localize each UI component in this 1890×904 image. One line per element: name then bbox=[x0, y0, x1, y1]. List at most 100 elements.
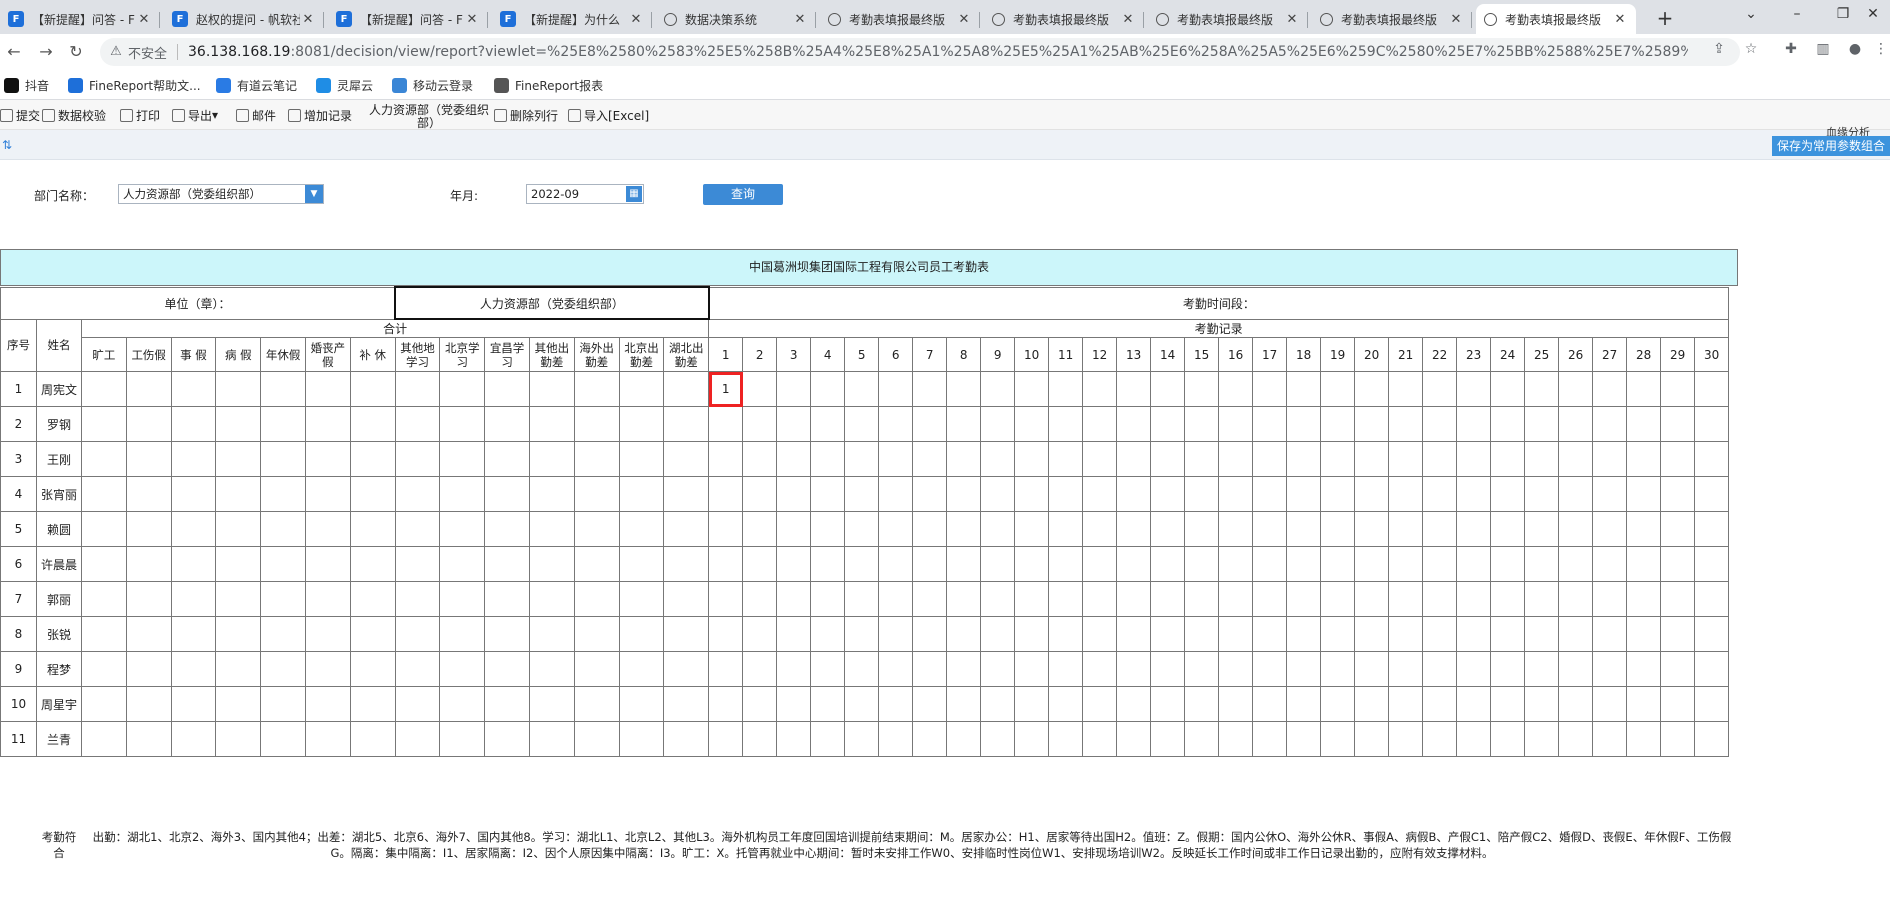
total-cell[interactable] bbox=[215, 721, 262, 757]
total-cell[interactable] bbox=[573, 686, 620, 722]
day-cell[interactable] bbox=[878, 721, 914, 757]
day-cell[interactable] bbox=[844, 581, 880, 617]
day-cell[interactable] bbox=[1558, 406, 1594, 442]
tab-close-icon[interactable]: ✕ bbox=[792, 12, 808, 27]
day-cell[interactable] bbox=[742, 581, 778, 617]
day-cell[interactable] bbox=[810, 476, 846, 512]
total-cell[interactable] bbox=[573, 546, 620, 582]
collapse-params-icon[interactable]: ⇅ bbox=[2, 137, 16, 153]
day-cell[interactable] bbox=[1592, 546, 1628, 582]
day-cell[interactable] bbox=[708, 686, 744, 722]
total-cell[interactable] bbox=[81, 371, 127, 407]
total-cell[interactable] bbox=[304, 686, 351, 722]
day-cell[interactable] bbox=[980, 371, 1016, 407]
day-cell[interactable] bbox=[1252, 476, 1288, 512]
day-cell[interactable] bbox=[1388, 511, 1424, 547]
total-cell[interactable] bbox=[304, 546, 351, 582]
day-cell[interactable] bbox=[878, 511, 914, 547]
total-cell[interactable] bbox=[349, 686, 396, 722]
total-cell[interactable] bbox=[81, 546, 127, 582]
day-cell[interactable] bbox=[708, 476, 744, 512]
day-cell[interactable] bbox=[1116, 371, 1152, 407]
total-cell[interactable] bbox=[573, 441, 620, 477]
day-cell[interactable] bbox=[776, 581, 812, 617]
day-cell[interactable] bbox=[1048, 686, 1084, 722]
day-cell[interactable] bbox=[1014, 651, 1050, 687]
day-cell[interactable] bbox=[878, 581, 914, 617]
day-cell[interactable] bbox=[844, 616, 880, 652]
total-cell[interactable] bbox=[618, 371, 665, 407]
day-cell[interactable] bbox=[1150, 406, 1186, 442]
tab-close-icon[interactable]: ✕ bbox=[1612, 12, 1628, 27]
day-cell[interactable] bbox=[912, 651, 948, 687]
day-cell[interactable] bbox=[878, 686, 914, 722]
total-cell[interactable] bbox=[484, 476, 530, 512]
day-cell[interactable] bbox=[1388, 616, 1424, 652]
day-cell[interactable] bbox=[980, 546, 1016, 582]
day-cell[interactable] bbox=[1354, 546, 1390, 582]
day-cell[interactable] bbox=[844, 686, 880, 722]
day-cell[interactable] bbox=[1524, 581, 1560, 617]
total-cell[interactable] bbox=[573, 581, 620, 617]
day-cell[interactable] bbox=[1524, 406, 1560, 442]
tab-item[interactable]: 考勤表填报最终版 ✕ bbox=[1476, 4, 1636, 34]
day-cell[interactable] bbox=[1388, 476, 1424, 512]
total-cell[interactable] bbox=[304, 511, 351, 547]
day-cell[interactable] bbox=[1388, 371, 1424, 407]
day-cell[interactable] bbox=[1150, 371, 1186, 407]
day-cell[interactable] bbox=[946, 511, 982, 547]
day-cell[interactable] bbox=[844, 406, 880, 442]
day-cell[interactable] bbox=[1184, 546, 1220, 582]
total-cell[interactable] bbox=[304, 476, 351, 512]
day-cell[interactable] bbox=[1456, 686, 1492, 722]
day-cell[interactable] bbox=[776, 406, 812, 442]
day-cell[interactable] bbox=[1524, 511, 1560, 547]
day-cell[interactable] bbox=[1320, 406, 1356, 442]
url-text[interactable]: 36.138.168.19:8081/decision/view/report?… bbox=[188, 44, 1688, 60]
total-cell[interactable] bbox=[170, 511, 217, 547]
day-cell[interactable] bbox=[1694, 406, 1730, 442]
day-cell[interactable] bbox=[1694, 441, 1730, 477]
day-cell[interactable] bbox=[776, 546, 812, 582]
day-cell[interactable] bbox=[1116, 686, 1152, 722]
day-cell[interactable] bbox=[1388, 686, 1424, 722]
day-cell[interactable] bbox=[1014, 581, 1050, 617]
day-cell[interactable] bbox=[1286, 511, 1322, 547]
total-cell[interactable] bbox=[304, 721, 351, 757]
day-cell[interactable] bbox=[912, 371, 948, 407]
day-cell[interactable] bbox=[1184, 581, 1220, 617]
total-cell[interactable] bbox=[439, 686, 486, 722]
day-cell[interactable] bbox=[878, 546, 914, 582]
total-cell[interactable] bbox=[125, 686, 172, 722]
day-cell[interactable] bbox=[1354, 581, 1390, 617]
total-cell[interactable] bbox=[484, 371, 530, 407]
day-cell[interactable] bbox=[1626, 476, 1662, 512]
day-cell[interactable] bbox=[912, 546, 948, 582]
total-cell[interactable] bbox=[484, 686, 530, 722]
day-cell[interactable] bbox=[1048, 371, 1084, 407]
day-cell[interactable] bbox=[1558, 476, 1594, 512]
day-cell[interactable] bbox=[946, 476, 982, 512]
total-cell[interactable] bbox=[484, 511, 530, 547]
total-cell[interactable] bbox=[125, 441, 172, 477]
day-cell[interactable] bbox=[708, 441, 744, 477]
day-cell[interactable] bbox=[1082, 511, 1118, 547]
day-cell[interactable] bbox=[1048, 616, 1084, 652]
day-cell[interactable] bbox=[1354, 651, 1390, 687]
total-cell[interactable] bbox=[663, 406, 710, 442]
day-cell[interactable] bbox=[912, 616, 948, 652]
bookmark-item[interactable]: FineReport报表 bbox=[494, 76, 603, 94]
day-cell[interactable] bbox=[1048, 651, 1084, 687]
day-cell[interactable] bbox=[1422, 441, 1458, 477]
day-cell[interactable] bbox=[810, 686, 846, 722]
day-cell[interactable] bbox=[1422, 651, 1458, 687]
total-cell[interactable] bbox=[528, 406, 575, 442]
day-cell[interactable] bbox=[1626, 511, 1662, 547]
total-cell[interactable] bbox=[81, 686, 127, 722]
total-cell[interactable] bbox=[170, 651, 217, 687]
day-cell[interactable] bbox=[1354, 511, 1390, 547]
day-cell[interactable] bbox=[708, 406, 744, 442]
tab-close-icon[interactable]: ✕ bbox=[956, 12, 972, 27]
day-cell[interactable] bbox=[844, 546, 880, 582]
day-cell[interactable] bbox=[1014, 371, 1050, 407]
